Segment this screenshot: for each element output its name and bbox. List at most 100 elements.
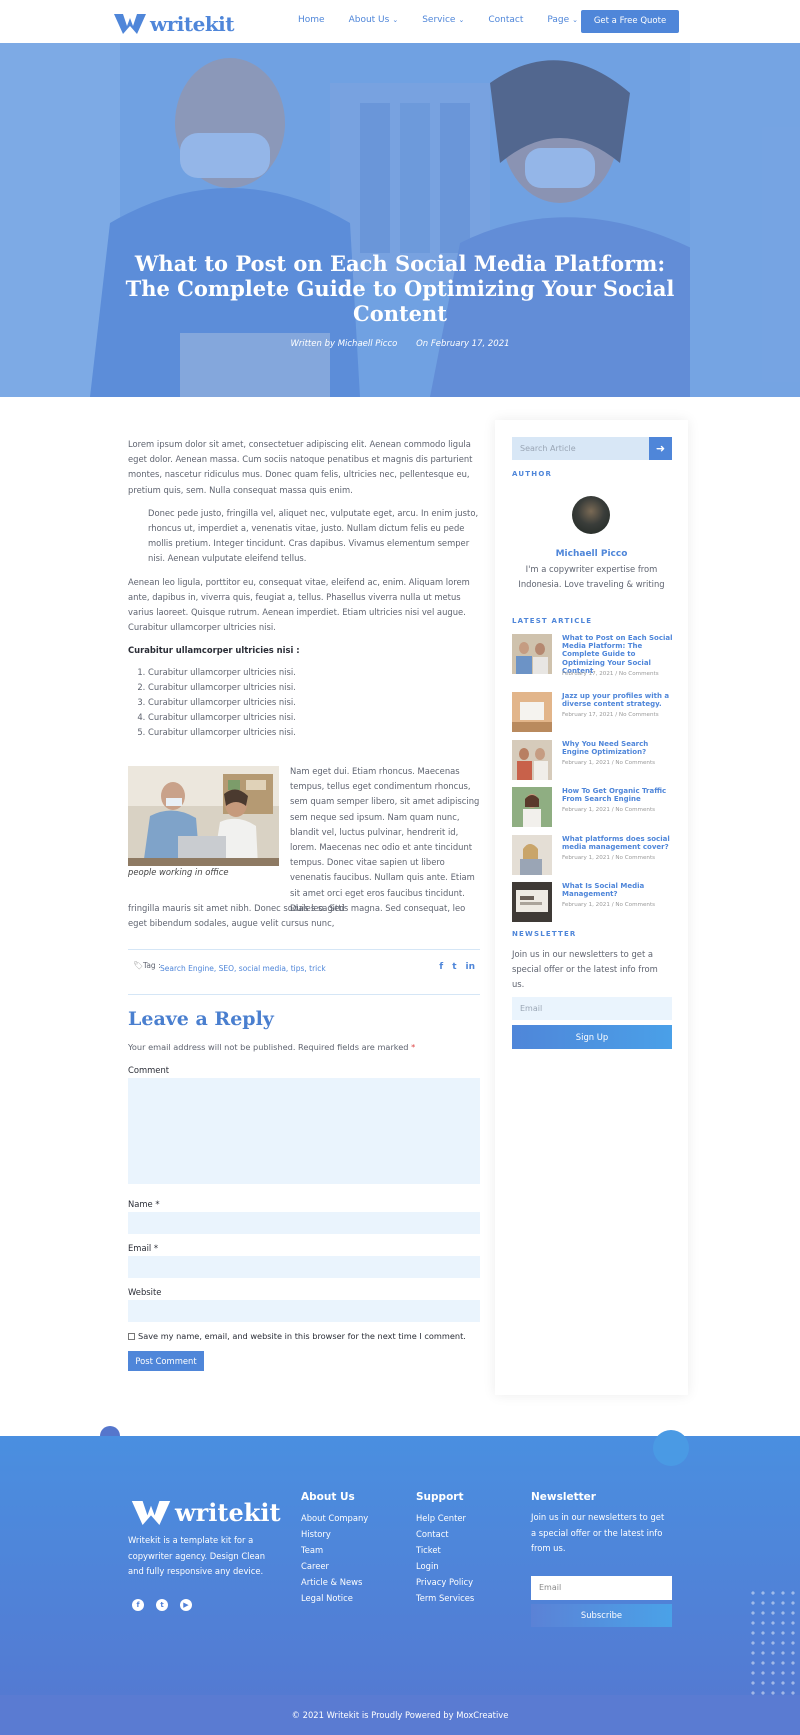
post-author[interactable]: Written by Michaell Picco [290, 339, 397, 349]
article-subheading: Curabitur ullamcorper ultricies nisi : [128, 645, 300, 656]
tag-icon: 🏷 [133, 961, 144, 970]
linkedin-icon[interactable]: in [466, 962, 476, 972]
author-heading: AUTHOR [512, 470, 553, 478]
footer-link[interactable]: Article & News [301, 1574, 368, 1590]
footer-link[interactable]: Ticket [416, 1542, 474, 1558]
website-input[interactable] [128, 1300, 480, 1322]
search-submit-button[interactable]: ➜ [649, 437, 672, 460]
twitter-icon[interactable]: t [156, 1599, 168, 1611]
author-avatar [572, 496, 610, 534]
email-label: Email * [128, 1243, 159, 1253]
get-quote-button[interactable]: Get a Free Quote [581, 10, 679, 33]
logo-text: writekit [150, 12, 235, 36]
post-meta: February 17, 2021 / No Comments [562, 712, 659, 718]
article-paragraph: Lorem ipsum dolor sit amet, consectetuer… [128, 439, 473, 495]
post-comment-button[interactable]: Post Comment [128, 1351, 204, 1371]
post-link[interactable]: Why You Need Search Engine Optimization? [562, 740, 677, 756]
post-title: What to Post on Each Social Media Platfo… [125, 251, 675, 326]
footer-link[interactable]: History [301, 1526, 368, 1542]
chevron-down-icon: ⌄ [392, 16, 399, 24]
article-blockquote: Donec pede justo, fringilla vel, aliquet… [148, 507, 479, 564]
tag-label: Tag : [143, 961, 161, 970]
decor-dot-grid [748, 1588, 800, 1696]
hero-banner: What to Post on Each Social Media Platfo… [0, 43, 800, 397]
footer-link[interactable]: Privacy Policy [416, 1574, 474, 1590]
footer-link[interactable]: Help Center [416, 1510, 474, 1526]
latest-post-item[interactable]: What Is Social Media Management? Februar… [512, 882, 677, 922]
footer-email-input[interactable]: Email [531, 1576, 672, 1600]
search-input[interactable]: Search Article [512, 437, 649, 460]
decor-circle [653, 1430, 689, 1466]
post-thumbnail [512, 634, 552, 674]
footer-newsletter-text: Join us in our newsletters to get a spec… [531, 1512, 665, 1553]
footer-description: Writekit is a template kit for a copywri… [128, 1535, 266, 1576]
footer-logo[interactable]: writekit [131, 1498, 281, 1527]
share-links: f t in [439, 962, 475, 972]
article-image [128, 766, 279, 866]
footer-newsletter-column: Newsletter Join us in our newsletters to… [531, 1491, 671, 1557]
menu-item-page[interactable]: Page ⌄ [547, 15, 578, 25]
latest-post-item[interactable]: How To Get Organic Traffic From Search E… [512, 787, 677, 827]
email-input[interactable] [128, 1256, 480, 1278]
article-body: Lorem ipsum dolor sit amet, consectetuer… [128, 437, 480, 749]
post-date: On February 17, 2021 [416, 339, 510, 349]
footer-link[interactable]: Legal Notice [301, 1590, 368, 1606]
post-meta: February 1, 2021 / No Comments [562, 760, 656, 766]
article-ordered-list: Curabitur ullamcorper ultricies nisi. Cu… [148, 665, 480, 741]
list-item: Curabitur ullamcorper ultricies nisi. [148, 680, 480, 695]
post-thumbnail [512, 882, 552, 922]
footer-about-column: About Us About Company History Team Care… [301, 1491, 368, 1606]
latest-post-item[interactable]: Jazz up your profiles with a diverse con… [512, 692, 677, 732]
website-label: Website [128, 1287, 162, 1297]
post-link[interactable]: What to Post on Each Social Media Platfo… [562, 634, 677, 675]
author-name[interactable]: Michaell Picco [495, 549, 688, 559]
post-tags-bar: 🏷 Tag : Search Engine, SEO, social media… [128, 949, 480, 995]
save-info-checkbox[interactable] [128, 1332, 135, 1340]
menu-item-contact[interactable]: Contact [488, 15, 523, 25]
list-item: Curabitur ullamcorper ultricies nisi. [148, 695, 480, 710]
footer-link[interactable]: About Company [301, 1510, 368, 1526]
facebook-icon[interactable]: f [132, 1599, 144, 1611]
footer-logo-text: writekit [175, 1498, 281, 1527]
comment-textarea[interactable] [128, 1078, 480, 1184]
latest-post-item[interactable]: What to Post on Each Social Media Platfo… [512, 634, 677, 677]
article-paragraph: fringilla mauris sit amet nibh. Donec so… [128, 903, 466, 929]
logo-w-icon [131, 1500, 171, 1525]
arrow-right-icon: ➜ [655, 442, 666, 455]
reply-title: Leave a Reply [128, 1008, 274, 1030]
post-link[interactable]: How To Get Organic Traffic From Search E… [562, 787, 677, 803]
footer-link[interactable]: Login [416, 1558, 474, 1574]
footer-link[interactable]: Contact [416, 1526, 474, 1542]
footer-link[interactable]: Term Services [416, 1590, 474, 1606]
youtube-icon[interactable]: ▶ [180, 1599, 192, 1611]
latest-post-item[interactable]: What platforms does social media managem… [512, 835, 677, 875]
twitter-icon[interactable]: t [452, 962, 456, 972]
subscribe-button[interactable]: Subscribe [531, 1604, 672, 1627]
menu-item-home[interactable]: Home [298, 15, 325, 25]
post-link[interactable]: Jazz up your profiles with a diverse con… [562, 692, 677, 708]
site-logo[interactable]: writekit [114, 12, 235, 36]
top-navbar: writekit Home About Us ⌄ Service ⌄ Contact… [0, 0, 800, 43]
menu-item-about-us[interactable]: About Us ⌄ [349, 15, 399, 25]
latest-post-item[interactable]: Why You Need Search Engine Optimization?… [512, 740, 677, 780]
tag-links[interactable]: Search Engine, SEO, social media, tips, … [160, 961, 330, 976]
footer-link[interactable]: Team [301, 1542, 368, 1558]
signup-button[interactable]: Sign Up [512, 1025, 672, 1049]
footer-column-title: About Us [301, 1491, 355, 1503]
footer-column-title: Support [416, 1491, 464, 1503]
post-meta: February 1, 2021 / No Comments [562, 807, 656, 813]
post-link[interactable]: What platforms does social media managem… [562, 835, 677, 851]
latest-article-heading: LATEST ARTICLE [512, 617, 593, 625]
post-meta: February 1, 2021 / No Comments [562, 855, 656, 861]
menu-item-service[interactable]: Service ⌄ [422, 15, 464, 25]
facebook-icon[interactable]: f [439, 962, 443, 972]
footer-support-column: Support Help Center Contact Ticket Login… [416, 1491, 474, 1606]
author-bio: I'm a copywriter expertise from Indonesi… [518, 564, 665, 589]
footer: writekit Writekit is a template kit for … [0, 1436, 800, 1735]
footer-link[interactable]: Career [301, 1558, 368, 1574]
sidebar: Search Article ➜ AUTHOR Michaell Picco I… [495, 420, 688, 1395]
name-input[interactable] [128, 1212, 480, 1234]
logo-w-icon [114, 14, 146, 34]
newsletter-email-input[interactable]: Email [512, 997, 672, 1020]
post-link[interactable]: What Is Social Media Management? [562, 882, 677, 898]
